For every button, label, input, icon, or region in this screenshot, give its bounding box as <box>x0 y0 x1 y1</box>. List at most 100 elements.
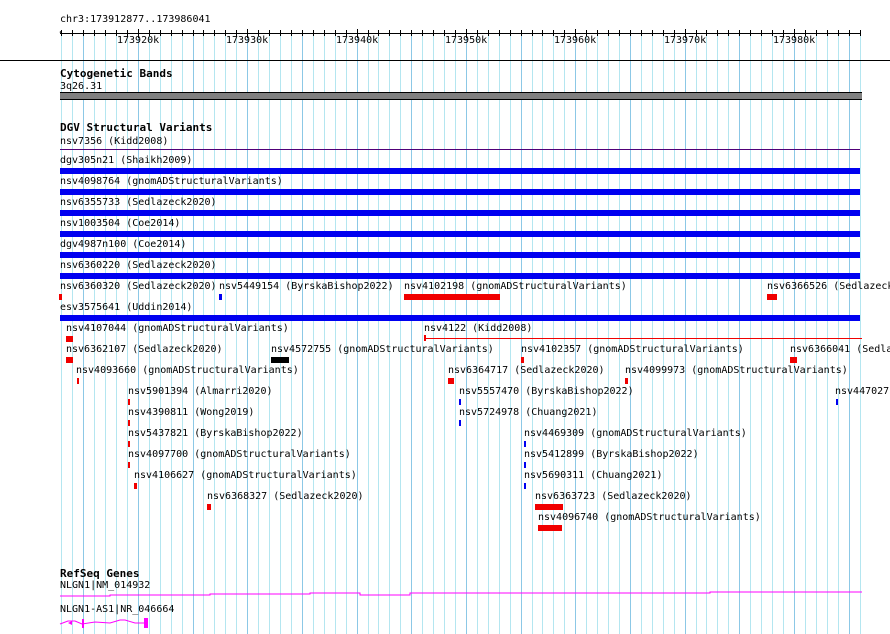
sv-feature-bar[interactable] <box>538 525 562 531</box>
sv-feature-label[interactable]: nsv6364717 (Sedlazeck2020) <box>448 365 605 377</box>
sv-feature-bar[interactable] <box>60 252 860 258</box>
sv-feature-bar[interactable] <box>77 378 79 384</box>
sv-feature-bar[interactable] <box>836 399 838 405</box>
sv-feature-label[interactable]: nsv6360320 (Sedlazeck2020) <box>60 281 217 293</box>
ruler-tick <box>608 30 609 36</box>
sv-feature-label[interactable]: nsv4390811 (Wong2019) <box>128 407 254 419</box>
sv-feature-bar[interactable] <box>459 420 461 426</box>
sv-feature-label[interactable]: nsv4102198 (gnomADStructuralVariants) <box>404 281 627 293</box>
track-title-cytogenetic: Cytogenetic Bands <box>60 67 173 80</box>
ruler-tick <box>542 30 543 36</box>
sv-feature-label[interactable]: nsv4097700 (gnomADStructuralVariants) <box>128 449 351 461</box>
sv-feature-bar[interactable] <box>535 504 563 510</box>
ruler-tick <box>72 30 73 36</box>
sv-feature-label[interactable]: nsv4122 (Kidd2008) <box>424 323 532 335</box>
cytoband-bar[interactable] <box>60 92 862 100</box>
ruler-tick <box>619 30 620 36</box>
sv-feature-label[interactable]: nsv4106627 (gnomADStructuralVariants) <box>134 470 357 482</box>
sv-feature-label[interactable]: nsv6366041 (Sedla <box>790 344 890 356</box>
sv-feature-label[interactable]: dgv4987n100 (Coe2014) <box>60 239 186 251</box>
sv-feature-label[interactable]: nsv5412899 (ByrskaBishop2022) <box>524 449 699 461</box>
ruler-tick <box>324 30 325 36</box>
sv-feature-label[interactable]: nsv4096740 (gnomADStructuralVariants) <box>538 512 761 524</box>
sv-feature-bar[interactable] <box>60 273 860 279</box>
ruler-axis <box>60 33 860 34</box>
ruler-tick <box>641 30 642 36</box>
sv-feature-label[interactable]: nsv6362107 (Sedlazeck2020) <box>66 344 223 356</box>
ruler-tick <box>422 30 423 36</box>
sv-feature-label[interactable]: nsv6360220 (Sedlazeck2020) <box>60 260 217 272</box>
sv-feature-label[interactable]: nsv4099973 (gnomADStructuralVariants) <box>625 365 848 377</box>
sv-feature-label[interactable]: nsv5557470 (ByrskaBishop2022) <box>459 386 634 398</box>
ruler-tick-label: 173960k <box>554 35 597 46</box>
ruler-tick-label: 173970k <box>664 35 707 46</box>
gene-label[interactable]: NLGN1-AS1|NR_046664 <box>60 604 174 616</box>
sv-feature-label[interactable]: nsv5901394 (Almarri2020) <box>128 386 273 398</box>
sv-feature-bar[interactable] <box>60 315 860 321</box>
gene-nlgn1-as1 <box>59 619 146 625</box>
ruler-tick <box>171 30 172 36</box>
ruler-tick <box>521 30 522 36</box>
sv-feature-bar[interactable] <box>524 462 526 468</box>
sv-feature-bar[interactable] <box>524 483 526 489</box>
sv-feature-bar[interactable] <box>790 357 797 363</box>
sv-feature-label[interactable]: nsv6355733 (Sedlazeck2020) <box>60 197 217 209</box>
sv-feature-bar[interactable] <box>625 378 628 384</box>
sv-feature-label[interactable]: nsv7356 (Kidd2008) <box>60 136 168 148</box>
sv-feature-bar[interactable] <box>207 504 211 510</box>
ruler-tick <box>203 30 204 36</box>
divider <box>0 60 890 61</box>
sv-feature-bar[interactable] <box>128 420 130 426</box>
sv-feature-bar[interactable] <box>524 441 526 447</box>
sv-feature-bar[interactable] <box>128 441 130 447</box>
sv-feature-bar[interactable] <box>521 357 524 363</box>
sv-feature-label[interactable]: nsv4102357 (gnomADStructuralVariants) <box>521 344 744 356</box>
sv-feature-label[interactable]: esv3575641 (Uddin2014) <box>60 302 192 314</box>
sv-feature-bar[interactable] <box>767 294 777 300</box>
sv-feature-bar[interactable] <box>271 357 289 363</box>
sv-feature-label[interactable]: nsv1003504 (Coe2014) <box>60 218 180 230</box>
sv-feature-label[interactable]: nsv4093660 (gnomADStructuralVariants) <box>76 365 299 377</box>
ruler-tick <box>214 30 215 36</box>
ruler-tick <box>105 30 106 36</box>
ruler[interactable]: ‹ 173920k173930k173940k173950k173960k173… <box>0 0 890 50</box>
ruler-tick <box>400 30 401 36</box>
ruler-tick <box>61 30 62 36</box>
ruler-tick <box>160 30 161 36</box>
sv-feature-label[interactable]: dgv305n21 (Shaikh2009) <box>60 155 192 167</box>
sv-feature-bar[interactable] <box>128 399 130 405</box>
sv-feature-bar[interactable] <box>60 210 860 216</box>
sv-feature-label[interactable]: nsv4107044 (gnomADStructuralVariants) <box>66 323 289 335</box>
sv-feature-label[interactable]: nsv4469309 (gnomADStructuralVariants) <box>524 428 747 440</box>
sv-feature-label[interactable]: nsv6368327 (Sedlazeck2020) <box>207 491 364 503</box>
ruler-tick <box>94 30 95 36</box>
sv-feature-label[interactable]: nsv447027 <box>835 386 889 398</box>
sv-feature-label[interactable]: nsv4098764 (gnomADStructuralVariants) <box>60 176 283 188</box>
sv-feature-bar[interactable] <box>404 294 500 300</box>
ruler-tick <box>313 30 314 36</box>
sv-feature-bar[interactable] <box>60 189 860 195</box>
sv-feature-bar[interactable] <box>219 294 222 300</box>
sv-feature-bar[interactable] <box>60 149 860 150</box>
sv-feature-bar[interactable] <box>134 483 137 489</box>
sv-feature-bar[interactable] <box>448 378 454 384</box>
sv-feature-bar[interactable] <box>128 462 130 468</box>
ruler-tick <box>827 30 828 36</box>
sv-feature-label[interactable]: nsv6366526 (Sedlazeck <box>767 281 890 293</box>
sv-feature-label[interactable]: nsv5437821 (ByrskaBishop2022) <box>128 428 303 440</box>
sv-feature-bar[interactable] <box>59 294 62 300</box>
sv-feature-bar[interactable] <box>60 168 860 174</box>
ruler-tick <box>510 30 511 36</box>
sv-feature-bar[interactable] <box>424 338 862 339</box>
sv-feature-label[interactable]: nsv5449154 (ByrskaBishop2022) <box>219 281 394 293</box>
sv-feature-bar[interactable] <box>66 357 73 363</box>
sv-feature-bar[interactable] <box>66 336 73 342</box>
ruler-tick <box>83 30 84 36</box>
sv-feature-label[interactable]: nsv5724978 (Chuang2021) <box>459 407 597 419</box>
sv-feature-label[interactable]: nsv6363723 (Sedlazeck2020) <box>535 491 692 503</box>
sv-feature-bar[interactable] <box>459 399 461 405</box>
sv-feature-label[interactable]: nsv4572755 (gnomADStructuralVariants) <box>271 344 494 356</box>
ruler-tick <box>302 30 303 36</box>
sv-feature-label[interactable]: nsv5690311 (Chuang2021) <box>524 470 662 482</box>
sv-feature-bar[interactable] <box>60 231 860 237</box>
